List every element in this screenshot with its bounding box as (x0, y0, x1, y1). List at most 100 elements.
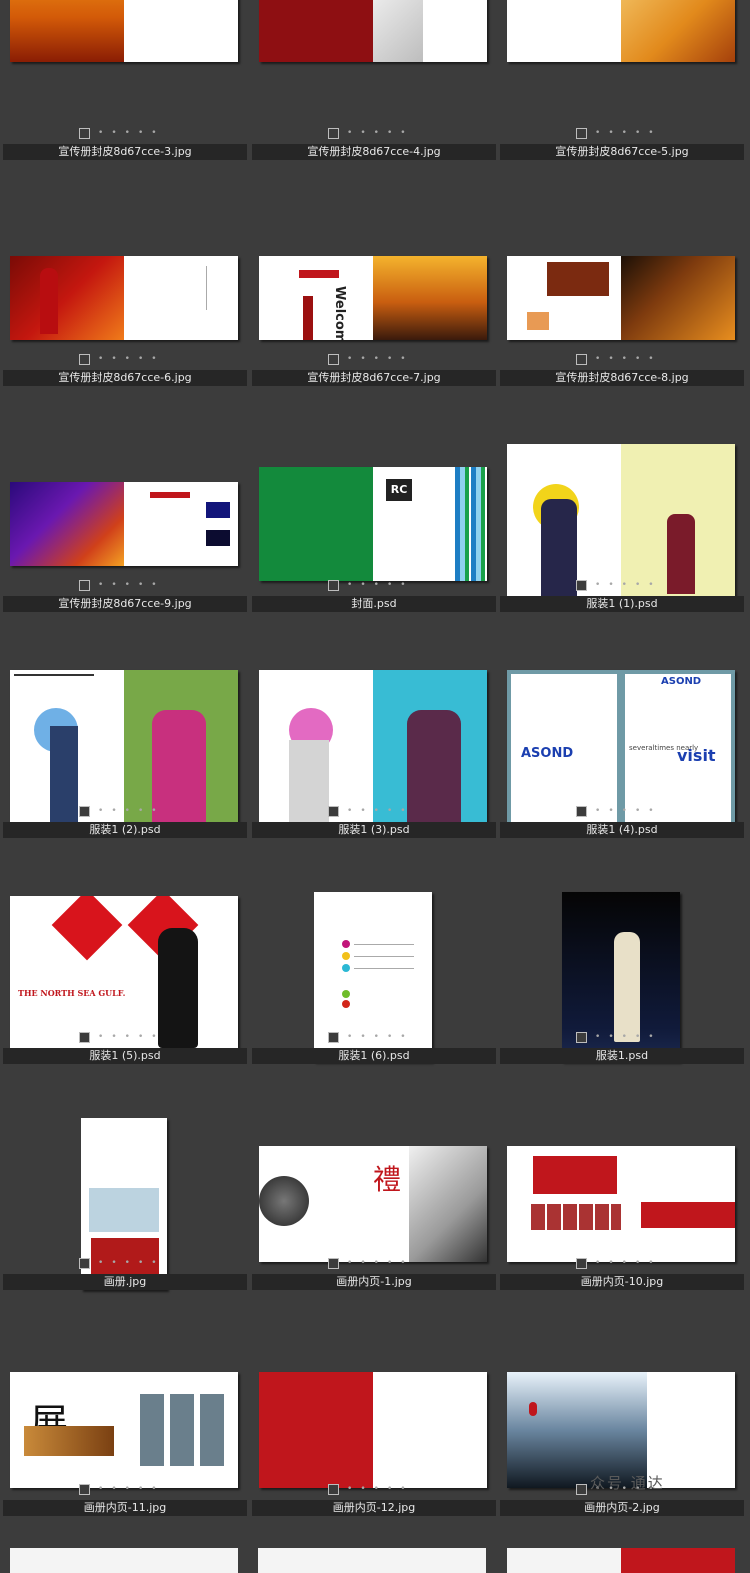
select-checkbox[interactable] (79, 1031, 90, 1043)
thumbnail-image[interactable]: 展 (10, 1372, 238, 1488)
rating-dot[interactable]: • (98, 1484, 103, 1494)
rating-dot[interactable]: • (125, 1032, 130, 1042)
thumbnail-image[interactable] (507, 1146, 735, 1262)
rating-dot[interactable]: • (347, 580, 352, 590)
thumbnail-item[interactable]: THE NORTH SEA GULF. • • • • • 服装1 (5).psd (3, 854, 247, 1080)
thumbnail-item[interactable]: • • • • • 服装1.psd (500, 854, 744, 1080)
rating-dot[interactable]: • (111, 580, 116, 590)
rating-dot[interactable]: • (387, 806, 392, 816)
filename-label[interactable]: 宣传册封皮8d67cce-8.jpg (500, 370, 744, 386)
rating-dot[interactable]: • (608, 1258, 613, 1268)
select-checkbox[interactable] (576, 1483, 587, 1495)
rating-dot[interactable]: • (622, 128, 627, 138)
rating-dot[interactable]: • (138, 1032, 143, 1042)
filename-label[interactable]: 服装1 (2).psd (3, 822, 247, 838)
rating-dot[interactable]: • (635, 1032, 640, 1042)
thumbnail-item[interactable]: • • • • • 画册内页-10.jpg (500, 1080, 744, 1306)
filename-label[interactable]: 宣传册封皮8d67cce-5.jpg (500, 144, 744, 160)
rating-dot[interactable]: • (111, 128, 116, 138)
rating-dot[interactable]: • (347, 806, 352, 816)
rating-dot[interactable]: • (125, 1484, 130, 1494)
select-checkbox[interactable] (576, 353, 587, 365)
rating-dot[interactable]: • (374, 580, 379, 590)
rating-dot[interactable]: • (374, 1258, 379, 1268)
rating-dot[interactable]: • (138, 1484, 143, 1494)
rating-dot[interactable]: • (111, 1032, 116, 1042)
select-checkbox[interactable] (576, 805, 587, 817)
rating-dot[interactable]: • (595, 806, 600, 816)
rating-dot[interactable]: • (151, 1032, 156, 1042)
rating-dot[interactable]: • (622, 806, 627, 816)
rating-dot[interactable]: • (387, 1258, 392, 1268)
rating-dot[interactable]: • (151, 580, 156, 590)
rating-dot[interactable]: • (400, 128, 405, 138)
rating-dot[interactable]: • (595, 580, 600, 590)
select-checkbox[interactable] (79, 1257, 90, 1269)
thumbnail-image[interactable]: RC (259, 467, 487, 581)
rating-dot[interactable]: • (151, 354, 156, 364)
rating-dot[interactable]: • (648, 1032, 653, 1042)
rating-dot[interactable]: • (648, 806, 653, 816)
thumbnail-item[interactable]: • • • • • 服装1 (1).psd (500, 402, 744, 628)
thumbnail-item[interactable]: • • • • • 宣传册封皮8d67cce-6.jpg (3, 176, 247, 402)
rating-dot[interactable]: • (98, 580, 103, 590)
rating-dot[interactable]: • (360, 354, 365, 364)
rating-dot[interactable]: • (595, 128, 600, 138)
rating-dot[interactable]: • (111, 1258, 116, 1268)
rating-dot[interactable]: • (347, 1032, 352, 1042)
thumbnail-item[interactable]: • • • • • 画册内页-2.jpg (500, 1306, 744, 1532)
select-checkbox[interactable] (328, 1031, 339, 1043)
rating-dot[interactable]: • (608, 128, 613, 138)
filename-label[interactable]: 画册内页-11.jpg (3, 1500, 247, 1516)
thumbnail-item[interactable]: • • • • • 画册内页-12.jpg (252, 1306, 496, 1532)
rating-dot[interactable]: • (374, 354, 379, 364)
rating-dot[interactable]: • (125, 806, 130, 816)
rating-dot[interactable]: • (151, 1484, 156, 1494)
rating-dot[interactable]: • (151, 806, 156, 816)
thumbnail-item[interactable]: • • • • • 服装1 (2).psd (3, 628, 247, 854)
thumbnail-item[interactable]: • • • • • 服装1 (3).psd (252, 628, 496, 854)
rating-dot[interactable]: • (387, 580, 392, 590)
rating-dot[interactable]: • (648, 1258, 653, 1268)
rating-dot[interactable]: • (648, 354, 653, 364)
filename-label[interactable]: 服装1 (3).psd (252, 822, 496, 838)
rating-dot[interactable]: • (125, 1258, 130, 1268)
rating-dot[interactable]: • (125, 354, 130, 364)
rating-dot[interactable]: • (387, 354, 392, 364)
rating-dot[interactable]: • (138, 580, 143, 590)
thumbnail-image[interactable]: ··商会 (10, 0, 238, 62)
thumbnail-image[interactable] (259, 1372, 487, 1488)
rating-dot[interactable]: • (635, 128, 640, 138)
rating-dot[interactable]: • (374, 1484, 379, 1494)
thumbnail-item[interactable]: • • • • • 服装1 (6).psd (252, 854, 496, 1080)
filename-label[interactable]: 画册内页-12.jpg (252, 1500, 496, 1516)
select-checkbox[interactable] (328, 579, 339, 591)
rating-dot[interactable]: • (347, 1484, 352, 1494)
filename-label[interactable]: 封面.psd (252, 596, 496, 612)
select-checkbox[interactable] (576, 127, 587, 139)
rating-dot[interactable]: • (400, 1032, 405, 1042)
rating-dot[interactable]: • (635, 580, 640, 590)
select-checkbox[interactable] (328, 805, 339, 817)
rating-dot[interactable]: • (374, 128, 379, 138)
rating-dot[interactable]: • (622, 1258, 627, 1268)
thumbnail-image[interactable] (10, 482, 238, 566)
rating-dot[interactable]: • (98, 128, 103, 138)
thumbnail-item[interactable]: 禮 • • • • • 画册内页-1.jpg (252, 1080, 496, 1306)
filename-label[interactable]: 宣传册封皮8d67cce-4.jpg (252, 144, 496, 160)
rating-dot[interactable]: • (347, 1258, 352, 1268)
rating-dot[interactable]: • (125, 580, 130, 590)
thumbnail-item[interactable]: RC • • • • • 封面.psd (252, 402, 496, 628)
select-checkbox[interactable] (328, 353, 339, 365)
rating-dot[interactable]: • (138, 806, 143, 816)
rating-dot[interactable]: • (595, 1032, 600, 1042)
rating-dot[interactable]: • (608, 1032, 613, 1042)
thumbnail-item[interactable]: Welcome • • • • • 宣传册封皮8d67cce-7.jpg (252, 176, 496, 402)
rating-dot[interactable]: • (111, 806, 116, 816)
filename-label[interactable]: 服装1.psd (500, 1048, 744, 1064)
filename-label[interactable]: 宣传册封皮8d67cce-6.jpg (3, 370, 247, 386)
rating-dot[interactable]: • (400, 354, 405, 364)
rating-dot[interactable]: • (360, 1032, 365, 1042)
rating-dot[interactable]: • (387, 1484, 392, 1494)
rating-dot[interactable]: • (151, 1258, 156, 1268)
